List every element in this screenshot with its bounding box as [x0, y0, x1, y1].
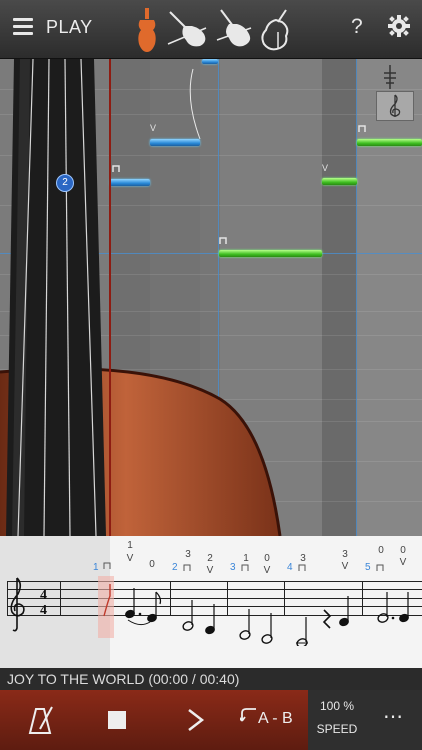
- stop-icon: [108, 711, 126, 729]
- stop-button[interactable]: [78, 690, 157, 750]
- fingering-label: 1: [127, 540, 133, 551]
- fingering-label: 0: [378, 545, 384, 556]
- bottom-toolbar: A - B 100 % SPEED ⋯: [0, 690, 422, 750]
- note-bar[interactable]: [219, 250, 322, 257]
- cello-icon[interactable]: [211, 8, 255, 52]
- svg-text:4: 4: [40, 588, 47, 603]
- down-bow-mark: [219, 237, 227, 244]
- ab-repeat-button[interactable]: A - B: [234, 690, 309, 750]
- menu-icon[interactable]: [13, 18, 33, 36]
- fingering-label: 3: [185, 549, 191, 560]
- measure-number: 4: [287, 562, 293, 573]
- svg-text:4: 4: [40, 603, 47, 618]
- up-bow-label: V: [206, 565, 214, 576]
- measure-number: 2: [172, 562, 178, 573]
- note-bar[interactable]: [110, 179, 150, 186]
- mode-label[interactable]: PLAY: [46, 17, 93, 38]
- gear-icon[interactable]: [388, 15, 410, 37]
- song-title: JOY TO THE WORLD (00:00 / 00:40): [7, 671, 240, 687]
- clef-toggle-button[interactable]: [376, 91, 414, 121]
- up-bow-label: V: [263, 565, 271, 576]
- speed-button[interactable]: 100 % SPEED: [308, 690, 367, 750]
- violin-icon[interactable]: [134, 8, 160, 54]
- bass-icon[interactable]: [256, 8, 292, 54]
- play-icon: [188, 709, 205, 731]
- finger-badge: 2: [56, 174, 74, 192]
- play-button[interactable]: [156, 690, 235, 750]
- measure-number: 5: [365, 562, 371, 573]
- sheet-music[interactable]: 4 4 1 2 3 4 5 1 0 3 2 1 0 3 3 0 0 V V V …: [0, 536, 422, 668]
- fingering-label: 0: [264, 553, 270, 564]
- metronome-icon: [28, 706, 53, 734]
- fingering-label: 1: [243, 553, 249, 564]
- loop-arrow-icon: [240, 708, 256, 722]
- up-bow-mark: V: [150, 123, 157, 133]
- more-icon: ⋯: [383, 706, 405, 728]
- measure-number: 3: [230, 562, 236, 573]
- fingering-label: 3: [300, 553, 306, 564]
- fingering-label: 0: [149, 559, 155, 570]
- more-button[interactable]: ⋯: [366, 690, 422, 750]
- measure-number: 1: [93, 562, 99, 573]
- ab-repeat-label: A - B: [258, 710, 293, 727]
- status-bar: JOY TO THE WORLD (00:00 / 00:40): [0, 668, 422, 690]
- speed-value: 100 %: [319, 699, 355, 713]
- note-bar[interactable]: [322, 178, 357, 185]
- up-bow-label: V: [126, 553, 134, 564]
- fingering-label: 3: [342, 549, 348, 560]
- note-bar[interactable]: [357, 139, 422, 146]
- note-bar[interactable]: [202, 59, 218, 64]
- down-bow-mark: [112, 165, 120, 172]
- up-bow-label: V: [399, 557, 407, 568]
- viola-icon[interactable]: [166, 8, 210, 52]
- fingering-label: 2: [207, 553, 213, 564]
- up-bow-mark: V: [322, 163, 329, 173]
- up-bow-label: V: [341, 561, 349, 572]
- top-bar: PLAY ?: [0, 0, 422, 59]
- help-button[interactable]: ?: [351, 15, 363, 39]
- note-roll[interactable]: 2 V V: [0, 59, 422, 536]
- fingering-label: 0: [400, 545, 406, 556]
- treble-clef-icon: [389, 94, 401, 117]
- note-bar[interactable]: [150, 139, 200, 146]
- fingerboard-icon[interactable]: [380, 65, 400, 89]
- speed-label: SPEED: [316, 722, 358, 736]
- metronome-button[interactable]: [0, 690, 79, 750]
- down-bow-mark: [358, 125, 366, 132]
